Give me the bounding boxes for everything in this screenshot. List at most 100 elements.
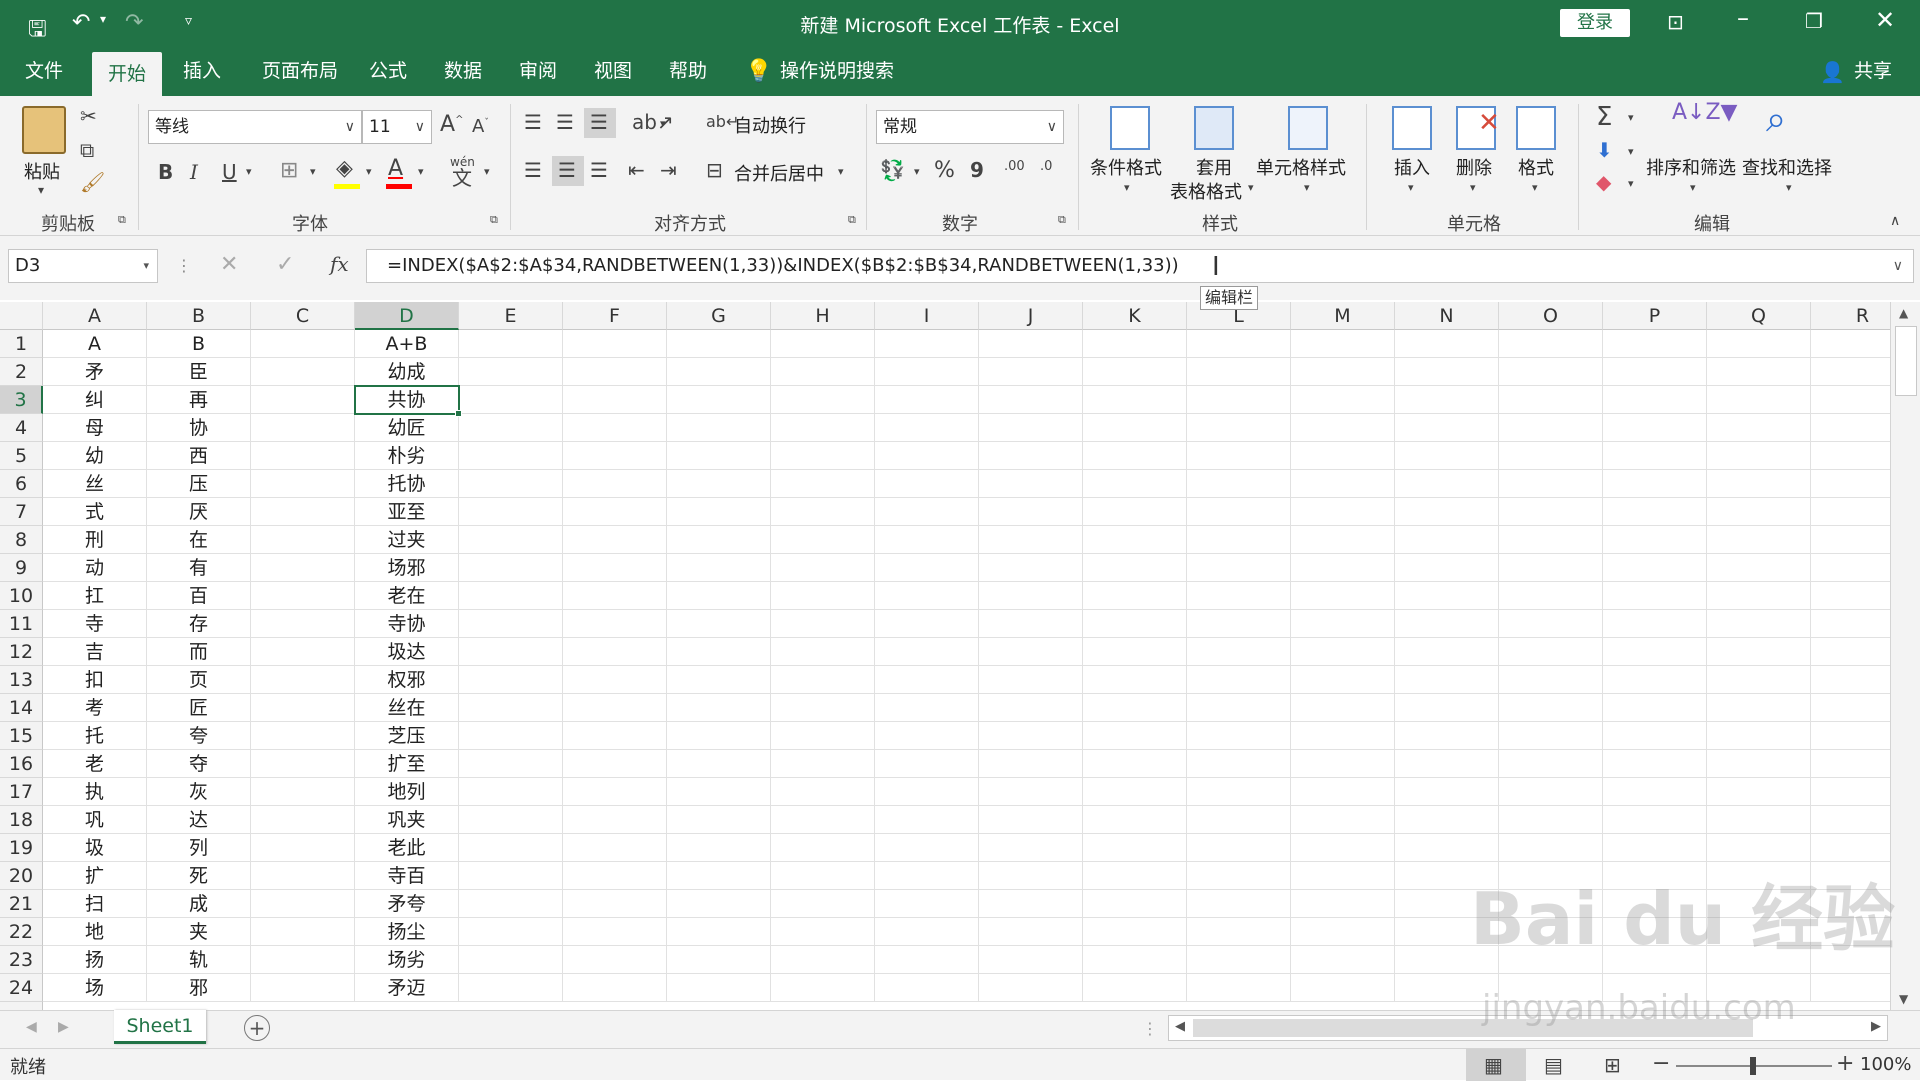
column-header-o[interactable]: O (1499, 302, 1603, 330)
cell-g10[interactable] (667, 582, 771, 610)
cell-d4[interactable]: 幼匠 (355, 414, 459, 442)
font-color-dropdown-icon[interactable]: ▾ (418, 166, 424, 177)
font-launcher-icon[interactable]: ⧉ (490, 214, 498, 225)
cell-q9[interactable] (1707, 554, 1811, 582)
cell-a7[interactable]: 式 (43, 498, 147, 526)
cell-j6[interactable] (979, 470, 1083, 498)
number-launcher-icon[interactable]: ⧉ (1058, 214, 1066, 225)
accounting-icon[interactable]: 💱 (880, 160, 905, 180)
cell-b3[interactable]: 再 (147, 386, 251, 414)
cell-o19[interactable] (1499, 834, 1603, 862)
tell-me-search[interactable]: 操作说明搜索 (780, 47, 900, 96)
align-top-icon[interactable]: ☰ (524, 112, 542, 132)
cell-a21[interactable]: 扫 (43, 890, 147, 918)
cell-p11[interactable] (1603, 610, 1707, 638)
cell-d21[interactable]: 矛夸 (355, 890, 459, 918)
cell-k8[interactable] (1083, 526, 1187, 554)
cell-j7[interactable] (979, 498, 1083, 526)
cell-o1[interactable] (1499, 330, 1603, 358)
cell-c7[interactable] (251, 498, 355, 526)
cell-l4[interactable] (1187, 414, 1291, 442)
cell-g5[interactable] (667, 442, 771, 470)
cell-e19[interactable] (459, 834, 563, 862)
cell-c10[interactable] (251, 582, 355, 610)
cell-g4[interactable] (667, 414, 771, 442)
cell-m22[interactable] (1291, 918, 1395, 946)
cell-c4[interactable] (251, 414, 355, 442)
scroll-right-icon[interactable]: ▶ (58, 1019, 69, 1035)
cell-o3[interactable] (1499, 386, 1603, 414)
cut-icon[interactable]: ✂ (80, 106, 97, 126)
cell-d3[interactable]: 共协 (355, 386, 459, 414)
cell-o22[interactable] (1499, 918, 1603, 946)
cell-k24[interactable] (1083, 974, 1187, 1002)
cell-p9[interactable] (1603, 554, 1707, 582)
cell-c23[interactable] (251, 946, 355, 974)
cell-o21[interactable] (1499, 890, 1603, 918)
cell-m13[interactable] (1291, 666, 1395, 694)
cell-e16[interactable] (459, 750, 563, 778)
cell-l11[interactable] (1187, 610, 1291, 638)
normal-view-icon[interactable]: ▦ (1484, 1053, 1503, 1077)
formula-input[interactable]: =INDEX($A$2:$A$34,RANDBETWEEN(1,33))&IND… (366, 249, 1914, 283)
cell-l9[interactable] (1187, 554, 1291, 582)
cell-c24[interactable] (251, 974, 355, 1002)
cell-j10[interactable] (979, 582, 1083, 610)
column-header-h[interactable]: H (771, 302, 875, 330)
cell-l6[interactable] (1187, 470, 1291, 498)
cell-j17[interactable] (979, 778, 1083, 806)
cell-e23[interactable] (459, 946, 563, 974)
cell-m11[interactable] (1291, 610, 1395, 638)
cell-i10[interactable] (875, 582, 979, 610)
cell-b19[interactable]: 列 (147, 834, 251, 862)
cell-q10[interactable] (1707, 582, 1811, 610)
tab-insert[interactable]: 插入 (172, 47, 232, 96)
expand-formula-icon[interactable]: ∨ (1893, 250, 1903, 282)
merge-center-button[interactable]: 合并后居中 (734, 160, 824, 186)
insert-cells-icon[interactable] (1392, 106, 1432, 150)
clear-icon[interactable]: ◆ (1596, 172, 1611, 192)
cell-m6[interactable] (1291, 470, 1395, 498)
cell-o7[interactable] (1499, 498, 1603, 526)
cell-m23[interactable] (1291, 946, 1395, 974)
insert-cells-button[interactable]: 插入 (1394, 154, 1430, 180)
cell-p19[interactable] (1603, 834, 1707, 862)
row-header[interactable]: 7 (0, 498, 43, 526)
cell-o17[interactable] (1499, 778, 1603, 806)
cell-m17[interactable] (1291, 778, 1395, 806)
cell-c18[interactable] (251, 806, 355, 834)
cell-h22[interactable] (771, 918, 875, 946)
cell-n14[interactable] (1395, 694, 1499, 722)
cell-m3[interactable] (1291, 386, 1395, 414)
enter-check-icon[interactable]: ✓ (276, 252, 294, 277)
cell-n12[interactable] (1395, 638, 1499, 666)
cell-m7[interactable] (1291, 498, 1395, 526)
cell-n13[interactable] (1395, 666, 1499, 694)
row-header[interactable]: 2 (0, 358, 43, 386)
cell-b2[interactable]: 臣 (147, 358, 251, 386)
comma-button[interactable]: 9 (970, 160, 984, 180)
cell-a12[interactable]: 吉 (43, 638, 147, 666)
cell-p10[interactable] (1603, 582, 1707, 610)
cell-c19[interactable] (251, 834, 355, 862)
fill-dropdown-icon[interactable]: ▾ (366, 166, 372, 177)
cell-g7[interactable] (667, 498, 771, 526)
cell-d2[interactable]: 幼成 (355, 358, 459, 386)
cell-q2[interactable] (1707, 358, 1811, 386)
cell-b15[interactable]: 夸 (147, 722, 251, 750)
add-sheet-icon[interactable]: + (244, 1015, 270, 1041)
cell-b21[interactable]: 成 (147, 890, 251, 918)
decrease-indent-icon[interactable]: ⇤ (628, 160, 645, 180)
cell-f4[interactable] (563, 414, 667, 442)
format-table-line1[interactable]: 套用 (1196, 154, 1232, 180)
row-header[interactable]: 18 (0, 806, 43, 834)
cell-q6[interactable] (1707, 470, 1811, 498)
cell-f1[interactable] (563, 330, 667, 358)
cell-f18[interactable] (563, 806, 667, 834)
format-cells-icon[interactable] (1516, 106, 1556, 150)
cell-a19[interactable]: 圾 (43, 834, 147, 862)
cell-k6[interactable] (1083, 470, 1187, 498)
cell-e10[interactable] (459, 582, 563, 610)
font-name-combo[interactable]: 等线 ∨ (148, 110, 362, 144)
cell-p8[interactable] (1603, 526, 1707, 554)
